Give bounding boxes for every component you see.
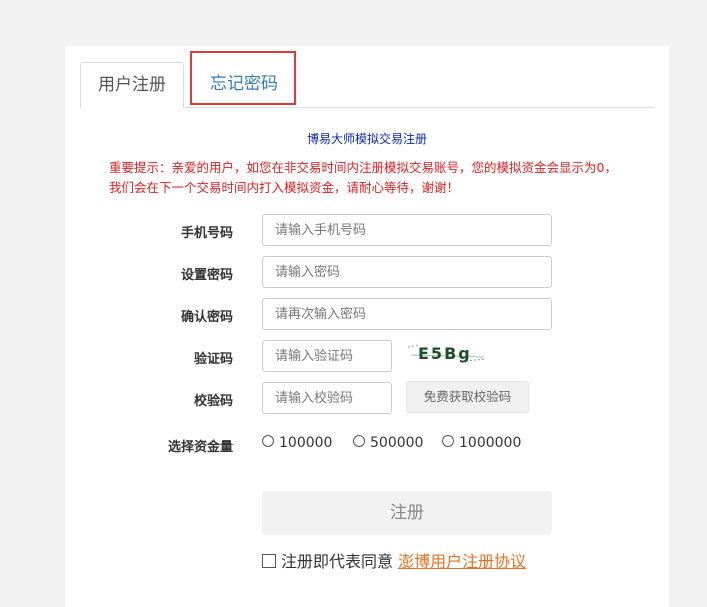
radio-icon[interactable] <box>442 435 454 447</box>
agreement-checkbox[interactable] <box>262 553 276 568</box>
funds-label: 选择资金量 <box>167 440 233 455</box>
radio-icon[interactable] <box>262 435 274 447</box>
confirm-password-label: 确认密码 <box>180 310 233 325</box>
funds-option-1[interactable]: 100000 <box>262 435 332 451</box>
agreement-text: 注册即代表同意 <box>281 552 394 571</box>
captcha-input[interactable] <box>262 340 392 372</box>
register-button[interactable]: 注册 <box>262 491 552 535</box>
captcha-text: E5Bg <box>418 344 472 363</box>
funds-option-2[interactable]: 500000 <box>353 435 423 451</box>
password-label: 设置密码 <box>180 268 233 283</box>
sms-code-label: 校验码 <box>193 394 233 409</box>
tab-forgot-password[interactable]: 忘记密码 <box>188 62 300 106</box>
captcha-label: 验证码 <box>193 352 233 367</box>
funds-option-3[interactable]: 1000000 <box>442 435 521 451</box>
password-input[interactable] <box>262 256 552 288</box>
agreement-row: 注册即代表同意 澎博用户注册协议 <box>262 548 526 572</box>
sms-code-input[interactable] <box>262 382 392 414</box>
captcha-image[interactable]: E5Bg <box>406 341 488 367</box>
form-title: 博易大师模拟交易注册 <box>306 132 427 146</box>
tab-bar: 用户注册 忘记密码 <box>80 62 654 109</box>
tab-register[interactable]: 用户注册 <box>80 62 184 109</box>
confirm-password-input[interactable] <box>262 298 552 330</box>
notice-text: 重要提示：亲爱的用户，如您在非交易时间内注册模拟交易账号，您的模拟资金会显示为0… <box>109 160 617 195</box>
phone-input[interactable] <box>262 214 552 246</box>
radio-icon[interactable] <box>353 435 365 447</box>
get-sms-code-button[interactable]: 免费获取校验码 <box>406 381 529 413</box>
register-panel: 用户注册 忘记密码 博易大师模拟交易注册 重要提示：亲爱的用户，如您在非交易时间… <box>65 46 669 607</box>
agreement-link[interactable]: 澎博用户注册协议 <box>398 552 526 571</box>
phone-label: 手机号码 <box>180 226 233 241</box>
